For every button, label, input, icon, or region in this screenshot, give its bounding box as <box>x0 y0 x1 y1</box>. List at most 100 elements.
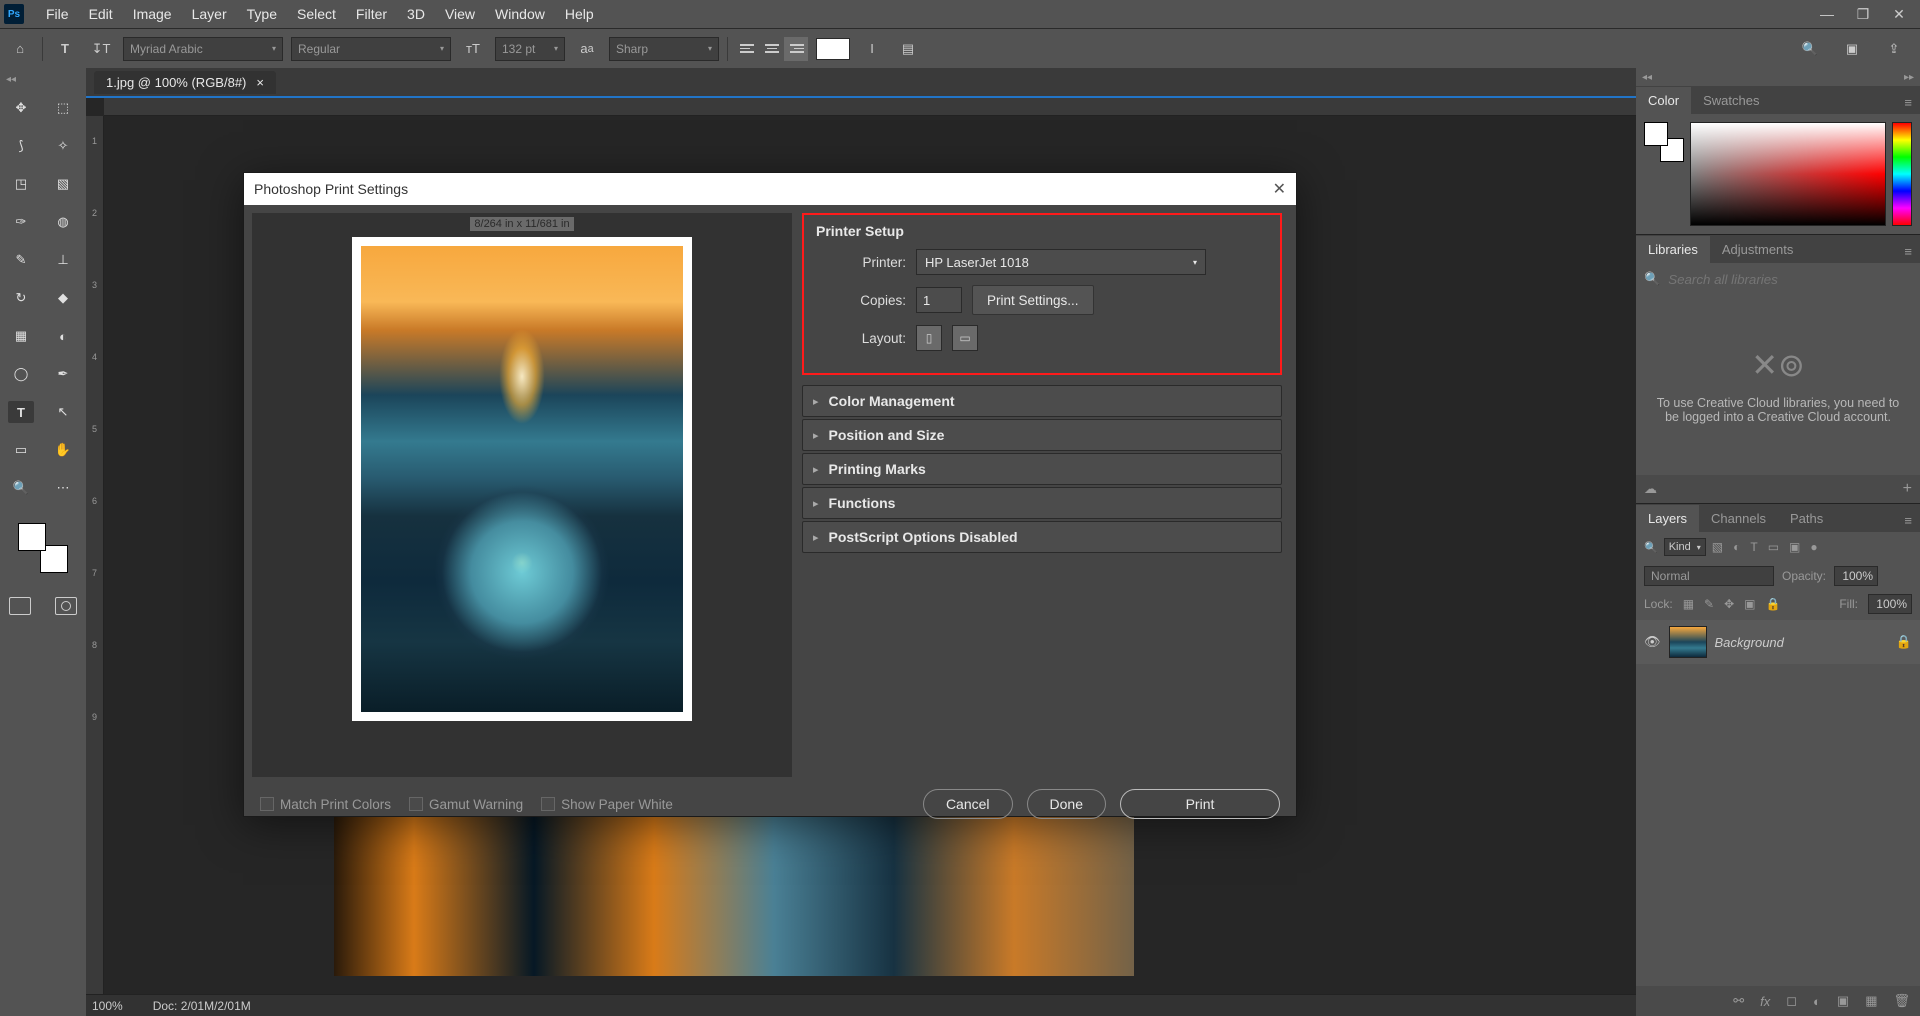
section-printing-marks[interactable]: ▸Printing Marks <box>802 453 1282 485</box>
print-button[interactable]: Print <box>1120 789 1280 819</box>
color-field[interactable] <box>1690 122 1886 226</box>
font-family-select[interactable]: Myriad Arabic▾ <box>123 37 283 61</box>
window-close-icon[interactable]: ✕ <box>1890 6 1908 23</box>
crop-tool[interactable]: ◳ <box>8 173 34 195</box>
window-minimize-icon[interactable]: — <box>1818 6 1836 23</box>
layout-landscape-icon[interactable]: ▭ <box>952 325 978 351</box>
align-left-button[interactable] <box>736 37 760 61</box>
layer-visibility-icon[interactable]: 👁 <box>1644 634 1661 650</box>
layer-background[interactable]: 👁 Background 🔒 <box>1636 620 1920 664</box>
section-functions[interactable]: ▸Functions <box>802 487 1282 519</box>
section-postscript[interactable]: ▸PostScript Options Disabled <box>802 521 1282 553</box>
panel-fgbg-colors[interactable] <box>1644 122 1684 162</box>
pen-tool[interactable]: ✒ <box>50 363 76 385</box>
menu-help[interactable]: Help <box>555 6 604 22</box>
adjustment-layer-icon[interactable]: ◐ <box>1813 994 1821 1009</box>
layer-mask-icon[interactable]: ◻ <box>1786 993 1797 1009</box>
layers-panel-menu-icon[interactable]: ≡ <box>1896 509 1920 532</box>
type-tool[interactable]: T <box>8 401 34 423</box>
filter-type-icon[interactable]: T <box>1750 540 1757 554</box>
tab-channels[interactable]: Channels <box>1699 505 1778 532</box>
delete-layer-icon[interactable]: 🗑 <box>1893 993 1910 1009</box>
patch-tool[interactable]: ◍ <box>50 211 76 233</box>
lib-panel-menu-icon[interactable]: ≡ <box>1896 240 1920 263</box>
menu-edit[interactable]: Edit <box>79 6 123 22</box>
text-color-swatch[interactable] <box>816 38 850 60</box>
menu-view[interactable]: View <box>435 6 485 22</box>
menu-3d[interactable]: 3D <box>397 6 435 22</box>
tab-swatches[interactable]: Swatches <box>1691 87 1771 114</box>
menu-select[interactable]: Select <box>287 6 346 22</box>
menu-window[interactable]: Window <box>485 6 555 22</box>
filter-pixel-icon[interactable]: ▧ <box>1712 540 1723 554</box>
menu-file[interactable]: File <box>36 6 79 22</box>
tab-layers[interactable]: Layers <box>1636 505 1699 532</box>
layer-fx-icon[interactable]: fx <box>1760 994 1770 1009</box>
eraser-tool[interactable]: ◆ <box>50 287 76 309</box>
menu-image[interactable]: Image <box>123 6 182 22</box>
expand-right-icon[interactable]: ▸▸ <box>1904 72 1914 83</box>
layout-portrait-icon[interactable]: ▯ <box>916 325 942 351</box>
cloud-sync-icon[interactable]: ☁ <box>1644 481 1657 497</box>
filter-smart-icon[interactable]: ▣ <box>1789 540 1800 554</box>
color-panel-menu-icon[interactable]: ≡ <box>1896 91 1920 114</box>
font-weight-select[interactable]: Regular▾ <box>291 37 451 61</box>
opacity-input[interactable]: 100% <box>1834 566 1878 586</box>
tab-libraries[interactable]: Libraries <box>1636 236 1710 263</box>
match-print-colors-checkbox[interactable]: Match Print Colors <box>260 797 391 812</box>
hand-tool[interactable]: ✋ <box>50 439 76 461</box>
layer-lock-icon[interactable]: 🔒 <box>1896 634 1912 650</box>
fill-input[interactable]: 100% <box>1868 594 1912 614</box>
lock-pixels-icon[interactable]: ✎ <box>1704 597 1714 611</box>
section-color-management[interactable]: ▸Color Management <box>802 385 1282 417</box>
lock-transparent-icon[interactable]: ▦ <box>1683 597 1694 611</box>
slice-tool[interactable]: ▧ <box>50 173 76 195</box>
layer-thumbnail[interactable] <box>1669 626 1707 658</box>
zoom-level[interactable]: 100% <box>92 999 123 1013</box>
share-icon[interactable]: ⇪ <box>1880 35 1908 63</box>
copies-input[interactable] <box>916 287 962 313</box>
path-select-tool[interactable]: ↖ <box>50 401 76 423</box>
lock-all-icon[interactable]: 🔒 <box>1766 597 1781 611</box>
print-settings-button[interactable]: Print Settings... <box>972 285 1094 315</box>
menu-filter[interactable]: Filter <box>346 6 397 22</box>
shape-tool[interactable]: ▭ <box>8 439 34 461</box>
eyedropper-tool[interactable]: ✑ <box>8 211 34 233</box>
warp-text-icon[interactable]: I <box>858 35 886 63</box>
filter-shape-icon[interactable]: ▭ <box>1768 540 1779 554</box>
done-button[interactable]: Done <box>1027 789 1106 819</box>
library-search-input[interactable] <box>1668 272 1912 287</box>
dialog-title-bar[interactable]: Photoshop Print Settings ✕ <box>244 173 1296 205</box>
menu-type[interactable]: Type <box>237 6 287 22</box>
section-position-size[interactable]: ▸Position and Size <box>802 419 1282 451</box>
stamp-tool[interactable]: ⊥ <box>50 249 76 271</box>
more-tools[interactable]: ⋯ <box>50 477 76 499</box>
align-right-button[interactable] <box>784 37 808 61</box>
arrange-docs-icon[interactable]: ▣ <box>1838 35 1866 63</box>
tab-paths[interactable]: Paths <box>1778 505 1835 532</box>
add-library-icon[interactable]: + <box>1903 480 1912 498</box>
close-tab-icon[interactable]: × <box>256 75 264 90</box>
tab-color[interactable]: Color <box>1636 87 1691 114</box>
tab-adjustments[interactable]: Adjustments <box>1710 236 1806 263</box>
gamut-warning-checkbox[interactable]: Gamut Warning <box>409 797 523 812</box>
gradient-tool[interactable]: ▦ <box>8 325 34 347</box>
quick-mask-icon[interactable] <box>55 597 77 615</box>
brush-tool[interactable]: ✎ <box>8 249 34 271</box>
search-icon[interactable]: 🔍 <box>1796 35 1824 63</box>
window-restore-icon[interactable]: ❐ <box>1854 6 1872 23</box>
lock-position-icon[interactable]: ✥ <box>1724 597 1734 611</box>
menu-layer[interactable]: Layer <box>182 6 237 22</box>
font-size-select[interactable]: 132 pt▾ <box>495 37 565 61</box>
doc-info[interactable]: Doc: 2/01M/2/01M <box>153 999 251 1013</box>
antialias-select[interactable]: Sharp▾ <box>609 37 719 61</box>
filter-toggle-icon[interactable]: ● <box>1810 540 1817 554</box>
zoom-tool[interactable]: 🔍 <box>8 477 34 499</box>
foreground-background-colors[interactable] <box>18 523 68 573</box>
hue-strip[interactable] <box>1892 122 1912 226</box>
lock-artboard-icon[interactable]: ▣ <box>1744 597 1755 611</box>
printer-select[interactable]: HP LaserJet 1018▾ <box>916 249 1206 275</box>
layer-group-icon[interactable]: ▣ <box>1837 993 1849 1009</box>
marquee-tool[interactable]: ⬚ <box>50 97 76 119</box>
dialog-close-icon[interactable]: ✕ <box>1273 179 1286 199</box>
